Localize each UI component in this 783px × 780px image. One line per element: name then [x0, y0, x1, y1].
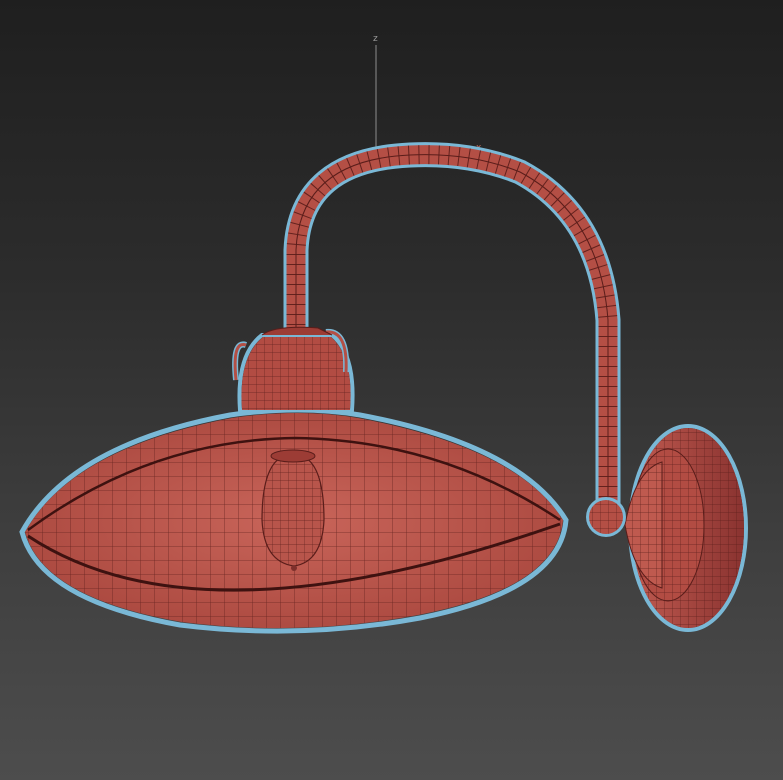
3d-viewport[interactable]: z x: [0, 0, 783, 780]
lamp-socket[interactable]: [232, 326, 355, 412]
ball-joint[interactable]: [586, 497, 626, 537]
light-bulb[interactable]: [261, 449, 325, 571]
scene-canvas[interactable]: [0, 0, 783, 780]
axis-gizmo: [365, 45, 486, 159]
wall-mount-plate[interactable]: [624, 424, 748, 632]
